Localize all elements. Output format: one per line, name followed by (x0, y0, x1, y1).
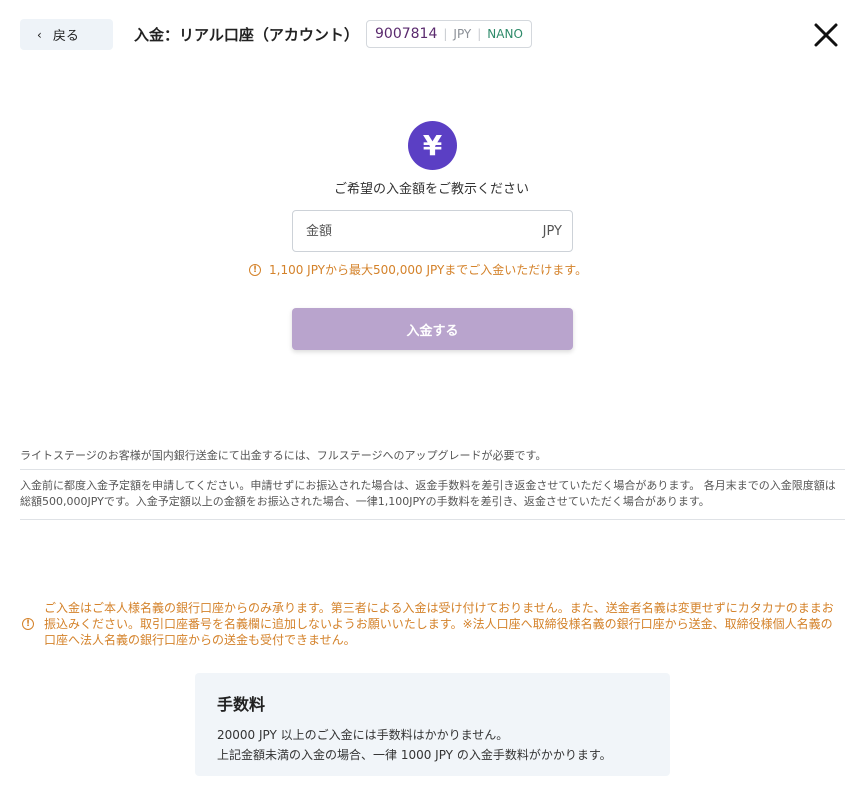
fee-title: 手数料 (217, 695, 266, 714)
yen-icon: ¥ (408, 121, 457, 170)
page-title: 入金：リアル口座（アカウント） (134, 26, 359, 44)
fee-panel: 手数料 20000 JPY 以上のご入金には手数料はかかりません。 上記金額未満… (195, 673, 670, 776)
divider: | (443, 27, 448, 41)
amount-prompt: ご希望の入金額をご教示ください (333, 182, 529, 197)
bank-warning-text: ご入金はご本人様名義の銀行口座からのみ承ります。第三者による入金は受け付けており… (44, 601, 834, 647)
amount-unit: JPY (542, 223, 562, 239)
upgrade-notice: ライトステージのお客様が国内銀行送金にて出金するには、フルステージへのアップグレ… (20, 447, 845, 470)
deposit-limit-notice: 入金前に都度入金予定額を申請してください。申請せずにお振込された場合は、返金手数… (20, 478, 845, 520)
range-note: ! 1,100 JPYから最大500,000 JPYまでご入金いただけます。 (249, 261, 587, 278)
amount-field[interactable]: JPY (292, 210, 573, 252)
warning-circle-icon: ! (22, 618, 34, 630)
fee-line-1: 20000 JPY 以上のご入金には手数料はかかりません。 (217, 728, 509, 742)
amount-input[interactable] (304, 222, 508, 240)
close-icon (814, 23, 838, 47)
deposit-button[interactable]: 入金する (292, 308, 573, 350)
chevron-left-icon: ‹ (37, 27, 42, 42)
back-button-label: 戻る (52, 29, 79, 44)
back-button[interactable]: ‹ 戻る (20, 19, 113, 50)
account-badge: 9007814 | JPY | NANO (366, 20, 532, 48)
bank-warning: ! ご入金はご本人様名義の銀行口座からのみ承ります。第三者による入金は受け付けて… (22, 600, 842, 648)
account-number: 9007814 (375, 26, 438, 42)
account-currency: JPY (453, 27, 472, 41)
divider: | (477, 27, 482, 41)
account-type: NANO (487, 27, 523, 41)
close-button[interactable] (813, 22, 839, 48)
range-note-text: 1,100 JPYから最大500,000 JPYまでご入金いただけます。 (269, 263, 588, 277)
warning-circle-icon: ! (249, 263, 261, 276)
fee-line-2: 上記金額未満の入金の場合、一律 1000 JPY の入金手数料がかかります。 (217, 748, 612, 762)
